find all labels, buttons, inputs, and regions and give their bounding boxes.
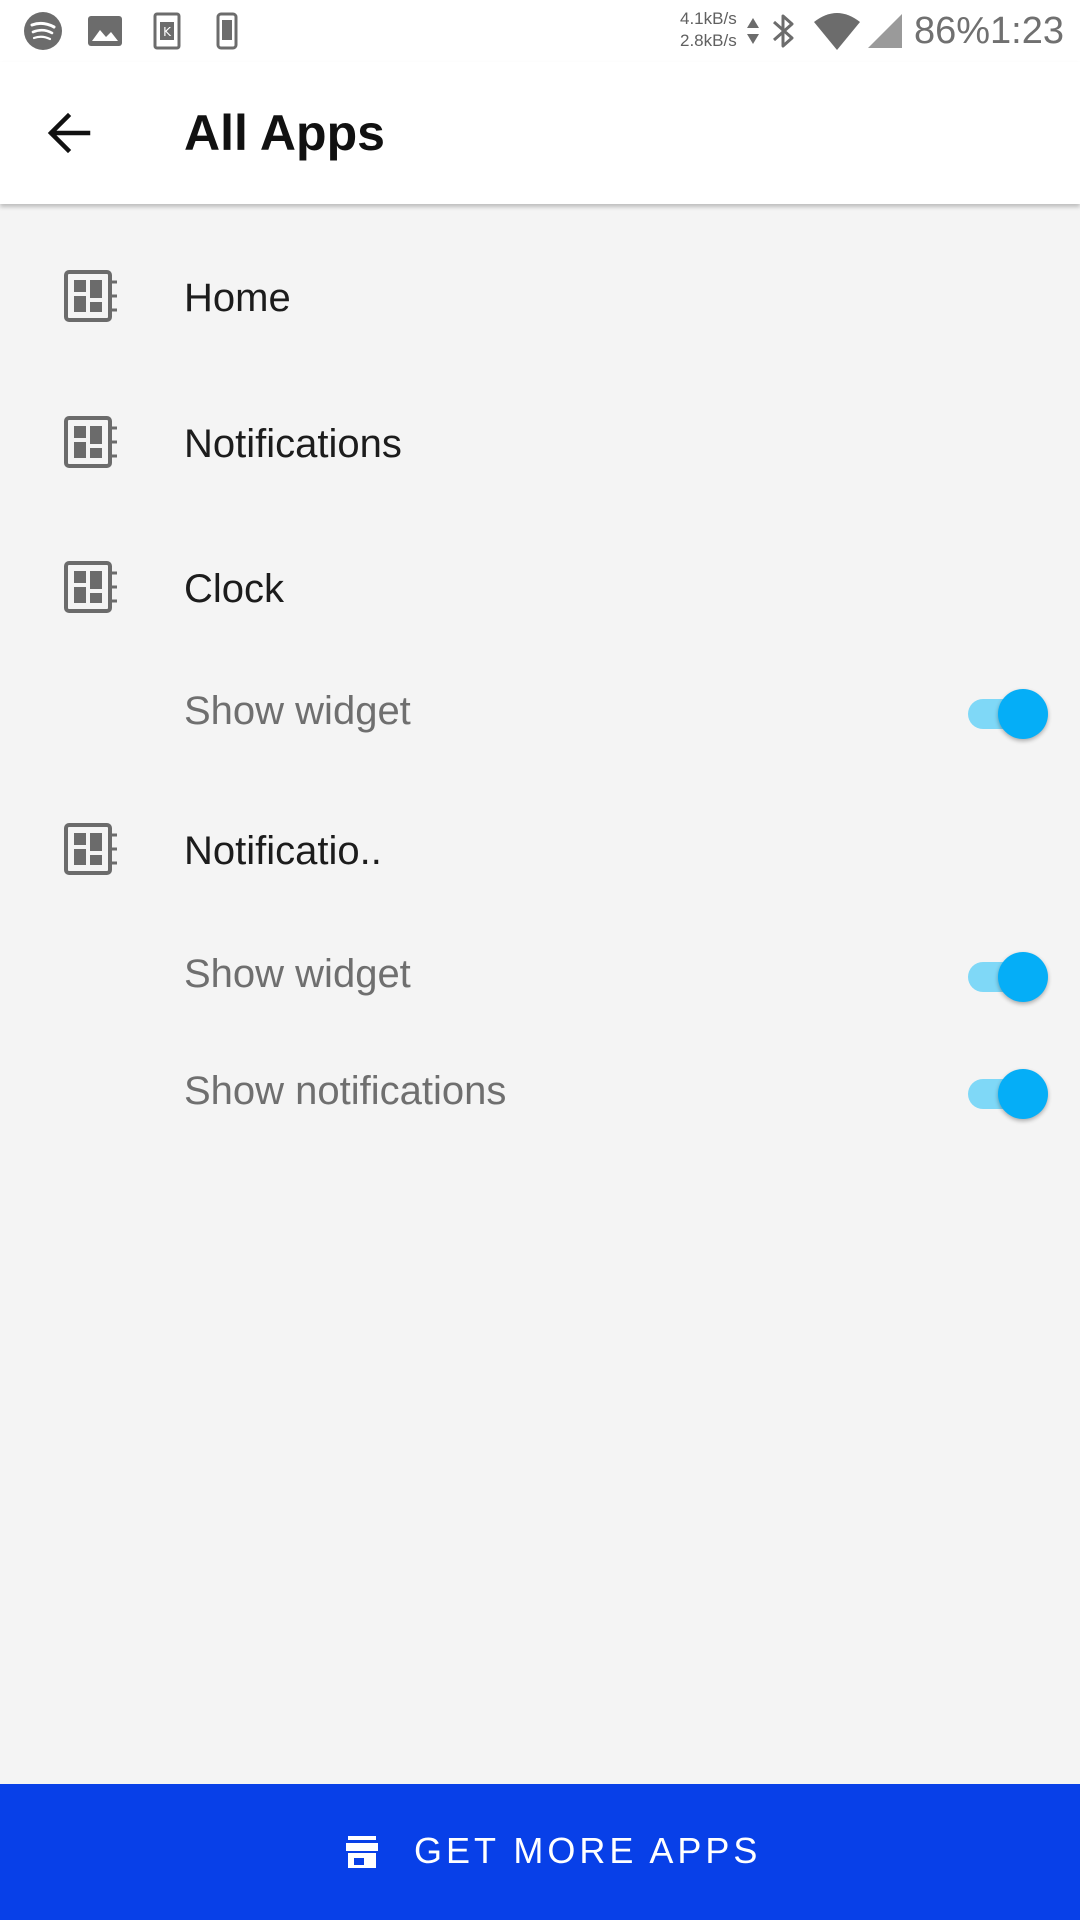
net-up-speed: 4.1kB/s [680,9,737,28]
clock-time: 1:23 [990,10,1064,52]
dashboard-icon [64,416,117,468]
app-label: Clock [184,567,285,611]
app-label: Notifications [184,422,402,466]
setting-label: Show notifications [184,1069,507,1113]
app-label: Home [184,276,291,320]
dashboard-icon [64,561,117,613]
page-title: All Apps [184,105,385,161]
signal-icon [868,14,902,48]
setting-show-notifications: Show notifications [0,1043,1080,1143]
spotify-icon [24,12,62,50]
setting-show-widget: Show widget [0,663,1080,763]
show-widget-toggle[interactable] [966,685,1050,741]
dashboard-icon [64,270,117,322]
app-label: Notificatio.. [184,829,382,873]
k-app-icon: K [153,12,181,50]
toggle-thumb [998,952,1048,1002]
phone-icon [216,12,238,50]
net-down-speed: 2.8kB/s [680,31,737,50]
show-widget-toggle[interactable] [966,948,1050,1004]
store-icon [346,1836,378,1868]
get-more-apps-label: GET MORE APPS [414,1830,762,1871]
bluetooth-icon [773,14,794,48]
image-icon [88,16,122,46]
list-item-home[interactable]: Home [0,250,1080,350]
battery-level: 86% [914,10,991,52]
show-notifications-toggle[interactable] [966,1065,1050,1121]
dashboard-icon [64,823,117,875]
svg-text:K: K [163,25,172,39]
setting-label: Show widget [184,952,411,996]
arrow-back-icon[interactable] [40,102,102,164]
list-item-clock[interactable]: Clock [0,541,1080,641]
toggle-thumb [998,689,1048,739]
data-arrows-icon [747,18,759,44]
app-bar: All Apps [0,62,1080,204]
wifi-icon [814,13,860,50]
toggle-thumb [998,1069,1048,1119]
get-more-apps-button[interactable]: GET MORE APPS [0,1784,1080,1920]
setting-label: Show widget [184,689,411,733]
network-speed: 4.1kB/s 2.8kB/s [680,8,737,52]
list-item-notifications[interactable]: Notifications [0,396,1080,496]
setting-show-widget: Show widget [0,926,1080,1026]
status-bar: K 4.1kB/s 2.8kB/s 86% 1:23 [0,0,1080,62]
list-item-notification-widget[interactable]: Notificatio.. [0,803,1080,903]
